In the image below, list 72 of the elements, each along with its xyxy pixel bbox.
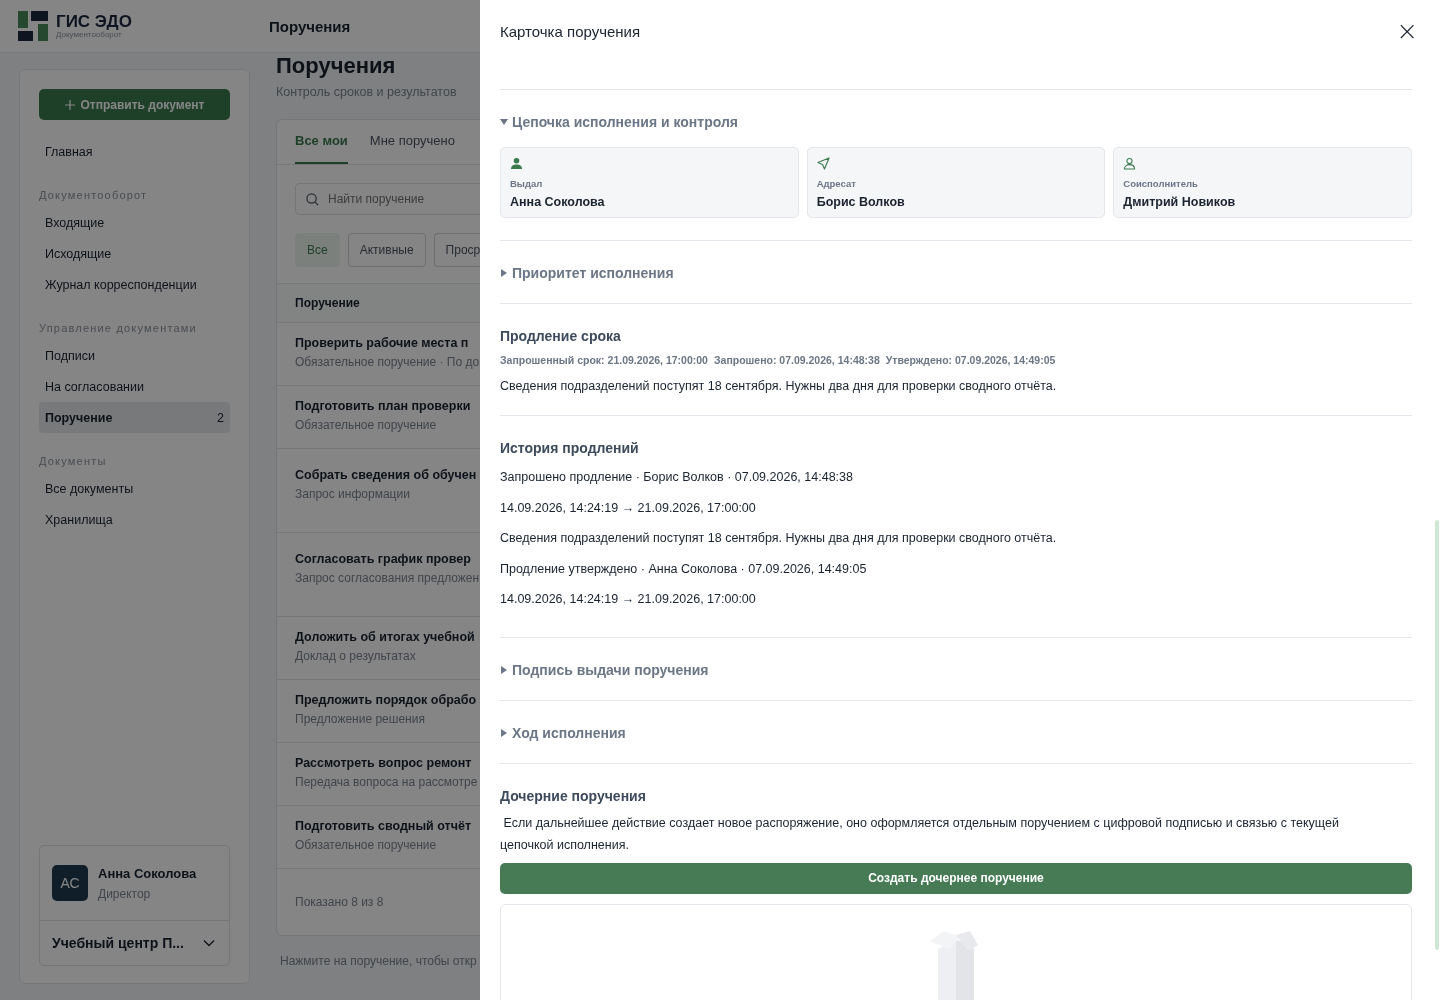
meta-text: Утверждено: 07.09.2026, 14:49:05 xyxy=(885,354,1056,366)
create-button[interactable]: Создать дочернее поручение xyxy=(500,862,1412,894)
scrollbar[interactable] xyxy=(1435,520,1439,950)
search-icon xyxy=(306,192,319,206)
task-subtitle: Обязательное поручение xyxy=(295,418,438,432)
filter-chip[interactable]: Активные xyxy=(347,232,426,267)
role-label: Соисполнитель xyxy=(1123,178,1199,189)
user-name: Анна Соколова xyxy=(98,865,197,881)
drawer-title: Карточка поручения xyxy=(500,22,641,40)
send-document-button[interactable]: Отправить документ xyxy=(39,89,230,120)
nav-label: Входящие xyxy=(45,215,105,230)
nav-group-label: Документооборот xyxy=(39,189,149,201)
task-title: Подготовить план проверки xyxy=(295,399,472,413)
avatar: АС xyxy=(52,865,88,901)
nav-item[interactable]: Все документы xyxy=(39,473,230,504)
nav-label: Все документы xyxy=(45,481,134,496)
task-subtitle: Запрос информации xyxy=(295,487,411,501)
nav-item[interactable]: Главная xyxy=(39,136,230,167)
task-title: Рассмотреть вопрос ремонт xyxy=(295,756,473,770)
caret-icon xyxy=(500,665,508,674)
hint-text: Нажмите на поручение, чтобы откр xyxy=(280,954,478,968)
nav-label: Исходящие xyxy=(45,246,112,261)
nav-label: Журнал корреспонденции xyxy=(45,277,197,292)
nav-label: Хранилища xyxy=(45,512,113,527)
nav-item[interactable]: Журнал корреспонденции xyxy=(39,269,230,300)
meta-text: Запрошено: 07.09.2026, 14:48:38 xyxy=(713,354,880,366)
task-subtitle: Доклад о результатах xyxy=(295,649,417,663)
page-subtitle: Контроль сроков и результатов xyxy=(276,85,458,99)
person-icon xyxy=(510,157,523,170)
nav-group-label: Документы xyxy=(39,455,108,467)
header-title: Поручения xyxy=(269,17,351,35)
tab[interactable]: Все мои xyxy=(295,120,348,164)
caret-icon xyxy=(500,728,508,737)
task-title: Предложить порядок обрабо xyxy=(295,693,478,707)
caret-icon xyxy=(500,118,508,126)
nav-label: Подписи xyxy=(45,348,95,363)
task-title: Доложить об итогах учебной xyxy=(295,630,476,644)
section-toggle[interactable]: Приоритет исполнения xyxy=(500,265,1412,281)
nav-label: Поручение xyxy=(45,410,113,425)
nav-item[interactable]: Подписи xyxy=(39,340,230,371)
caret-icon xyxy=(500,269,508,277)
person-outline-icon xyxy=(1123,157,1137,170)
user-role: Директор xyxy=(98,886,152,901)
organization-select[interactable]: Учебный центр П... xyxy=(40,921,229,965)
tab[interactable]: Мне поручено xyxy=(369,120,455,164)
chevron-down-icon xyxy=(203,939,215,947)
participant-name: Дмитрий Новиков xyxy=(1123,195,1237,209)
logo-title: ГИС ЭДО xyxy=(56,13,132,30)
plus-icon xyxy=(64,99,75,110)
nav-label: Главная xyxy=(45,144,93,159)
participant-name: Борис Волков xyxy=(816,195,906,209)
task-subtitle: Предложение решения xyxy=(295,712,426,726)
task-subtitle: Передача вопроса на рассмотре xyxy=(295,775,479,789)
task-title: Согласовать график провер xyxy=(295,552,472,566)
send-icon xyxy=(816,157,830,170)
filter-chip[interactable]: Проср xyxy=(433,232,481,267)
nav-item[interactable]: На согласовании xyxy=(39,371,230,402)
table-footer-text: Показано 8 из 8 xyxy=(294,894,385,911)
nav-label: На согласовании xyxy=(45,379,144,394)
task-subtitle: Запрос согласования предложен xyxy=(295,571,481,585)
nav-group-label: Управление документами xyxy=(39,322,198,334)
nav-item[interactable]: Исходящие xyxy=(39,238,230,269)
nav-item[interactable]: Входящие xyxy=(39,207,230,238)
section-toggle[interactable]: Цепочка исполнения и контроля xyxy=(500,114,1412,130)
close-button[interactable]: × xyxy=(1394,19,1420,43)
filter-chip[interactable]: Все xyxy=(295,232,340,267)
count-label: 2 xyxy=(217,410,224,425)
role-label: Адресат xyxy=(816,178,857,189)
nav-item[interactable]: Поручение 2 xyxy=(39,402,230,433)
nav-item[interactable]: Хранилища xyxy=(39,504,230,535)
page-title: Поручения xyxy=(276,53,397,79)
logo-icon xyxy=(18,11,48,41)
